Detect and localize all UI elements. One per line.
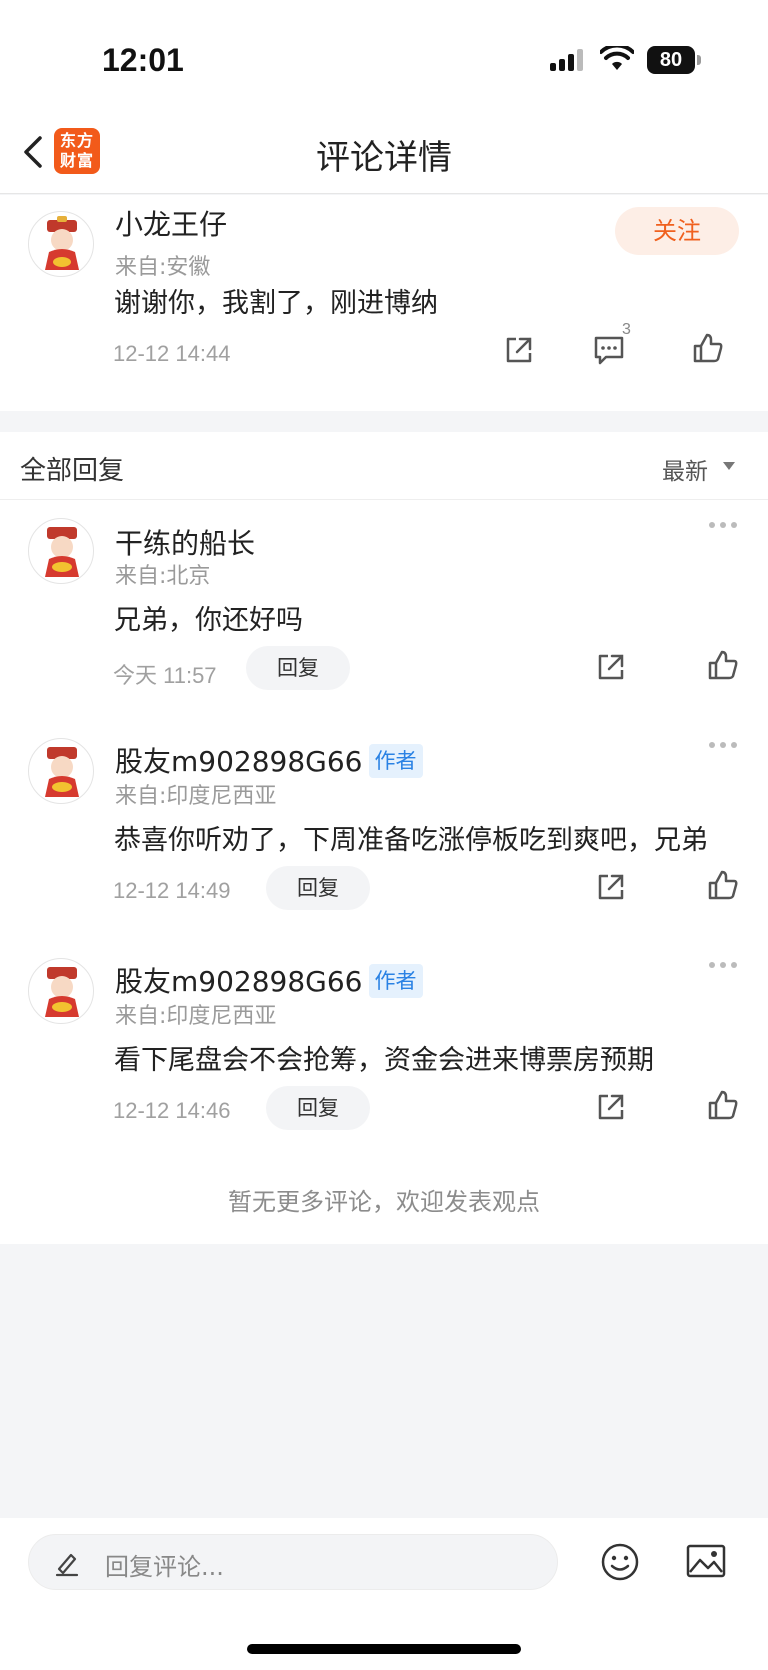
status-time: 12:01: [102, 42, 184, 78]
share-icon[interactable]: [594, 650, 628, 684]
avatar-icon: [45, 967, 79, 1017]
share-icon[interactable]: [594, 1090, 628, 1124]
replies-title: 全部回复: [20, 456, 125, 486]
bottom-bar: 回复评论...: [0, 1518, 768, 1670]
reply-location: 来自:印度尼西亚: [115, 784, 277, 809]
reply-time: 今天 11:57: [113, 663, 217, 688]
main-comment: 小龙王仔 来自:安徽 关注 谢谢你，我割了，刚进博纳 12-12 14:44 3: [0, 195, 768, 411]
comment-text: 谢谢你，我割了，刚进博纳: [114, 288, 438, 319]
reply-input[interactable]: 回复评论...: [28, 1534, 558, 1590]
avatar[interactable]: [28, 958, 94, 1024]
reply-count: 3: [622, 321, 631, 338]
share-icon[interactable]: [594, 870, 628, 904]
reply-input-placeholder: 回复评论...: [105, 1553, 224, 1581]
follow-button[interactable]: 关注: [615, 207, 739, 255]
pen-icon: [55, 1553, 79, 1577]
reply-item: 干练的船长 来自:北京 兄弟，你还好吗 今天 11:57 回复: [0, 502, 768, 722]
reply-text: 兄弟，你还好吗: [114, 605, 303, 636]
caret-down-icon[interactable]: [723, 462, 735, 470]
signal-icon: [550, 49, 583, 71]
battery-indicator: 80: [647, 46, 695, 74]
avatar-icon: [45, 216, 79, 270]
page-title: 评论详情: [316, 138, 452, 178]
comment-username[interactable]: 小龙王仔: [115, 203, 227, 243]
reply-item: 股友m902898G66 作者 来自:印度尼西亚 恭喜你听劝了，下周准备吃涨停板吃…: [0, 722, 768, 942]
replies-header: 全部回复 最新: [0, 432, 768, 500]
reply-username[interactable]: 股友m902898G66: [115, 965, 363, 998]
sort-dropdown[interactable]: 最新: [662, 452, 708, 486]
reply-item: 股友m902898G66 作者 来自:印度尼西亚 看下尾盘会不会抢筹，资金会进来博…: [0, 942, 768, 1162]
avatar-icon: [45, 747, 79, 797]
comment-time: 12-12 14:44: [113, 341, 231, 366]
like-icon[interactable]: [706, 868, 740, 902]
avatar[interactable]: [28, 518, 94, 584]
reply-button[interactable]: 回复: [246, 646, 350, 690]
author-badge: 作者: [368, 964, 423, 998]
home-indicator: [247, 1644, 521, 1654]
reply-text: 恭喜你听劝了，下周准备吃涨停板吃到爽吧，兄弟: [114, 825, 708, 856]
battery-tip: [697, 55, 701, 65]
like-icon[interactable]: [706, 648, 740, 682]
like-icon[interactable]: [691, 331, 725, 365]
more-icon[interactable]: [708, 960, 738, 970]
avatar-icon: [45, 527, 79, 577]
reply-username-row: 股友m902898G66 作者: [115, 960, 423, 1000]
reply-location: 来自:印度尼西亚: [115, 1004, 277, 1029]
reply-username-row: 股友m902898G66 作者: [115, 740, 423, 780]
image-icon[interactable]: [686, 1544, 726, 1578]
comment-icon[interactable]: [592, 333, 626, 367]
comment-location: 来自:安徽: [115, 255, 211, 280]
reply-username[interactable]: 股友m902898G66: [115, 745, 363, 778]
more-icon[interactable]: [708, 520, 738, 530]
reply-text: 看下尾盘会不会抢筹，资金会进来博票房预期: [114, 1045, 654, 1076]
avatar[interactable]: [28, 738, 94, 804]
avatar[interactable]: [28, 211, 94, 277]
author-badge: 作者: [368, 744, 423, 778]
reply-username[interactable]: 干练的船长: [115, 522, 255, 562]
more-icon[interactable]: [708, 740, 738, 750]
status-bar: 12:01 80: [0, 0, 768, 110]
share-icon[interactable]: [502, 333, 536, 367]
reply-button[interactable]: 回复: [266, 1086, 370, 1130]
wifi-icon: [600, 46, 634, 70]
reply-time: 12-12 14:49: [113, 878, 231, 903]
reply-button[interactable]: 回复: [266, 866, 370, 910]
reply-time: 12-12 14:46: [113, 1098, 231, 1123]
no-more-comments: 暂无更多评论，欢迎发表观点: [228, 1188, 540, 1216]
replies-section: 全部回复 最新 干练的船长 来自:北京 兄弟，你还好吗 今天 11:57 回复: [0, 432, 768, 1244]
reply-location: 来自:北京: [115, 564, 211, 589]
like-icon[interactable]: [706, 1088, 740, 1122]
nav-bar: 东方 财富 评论详情: [0, 110, 768, 194]
emoji-icon[interactable]: [600, 1542, 640, 1582]
